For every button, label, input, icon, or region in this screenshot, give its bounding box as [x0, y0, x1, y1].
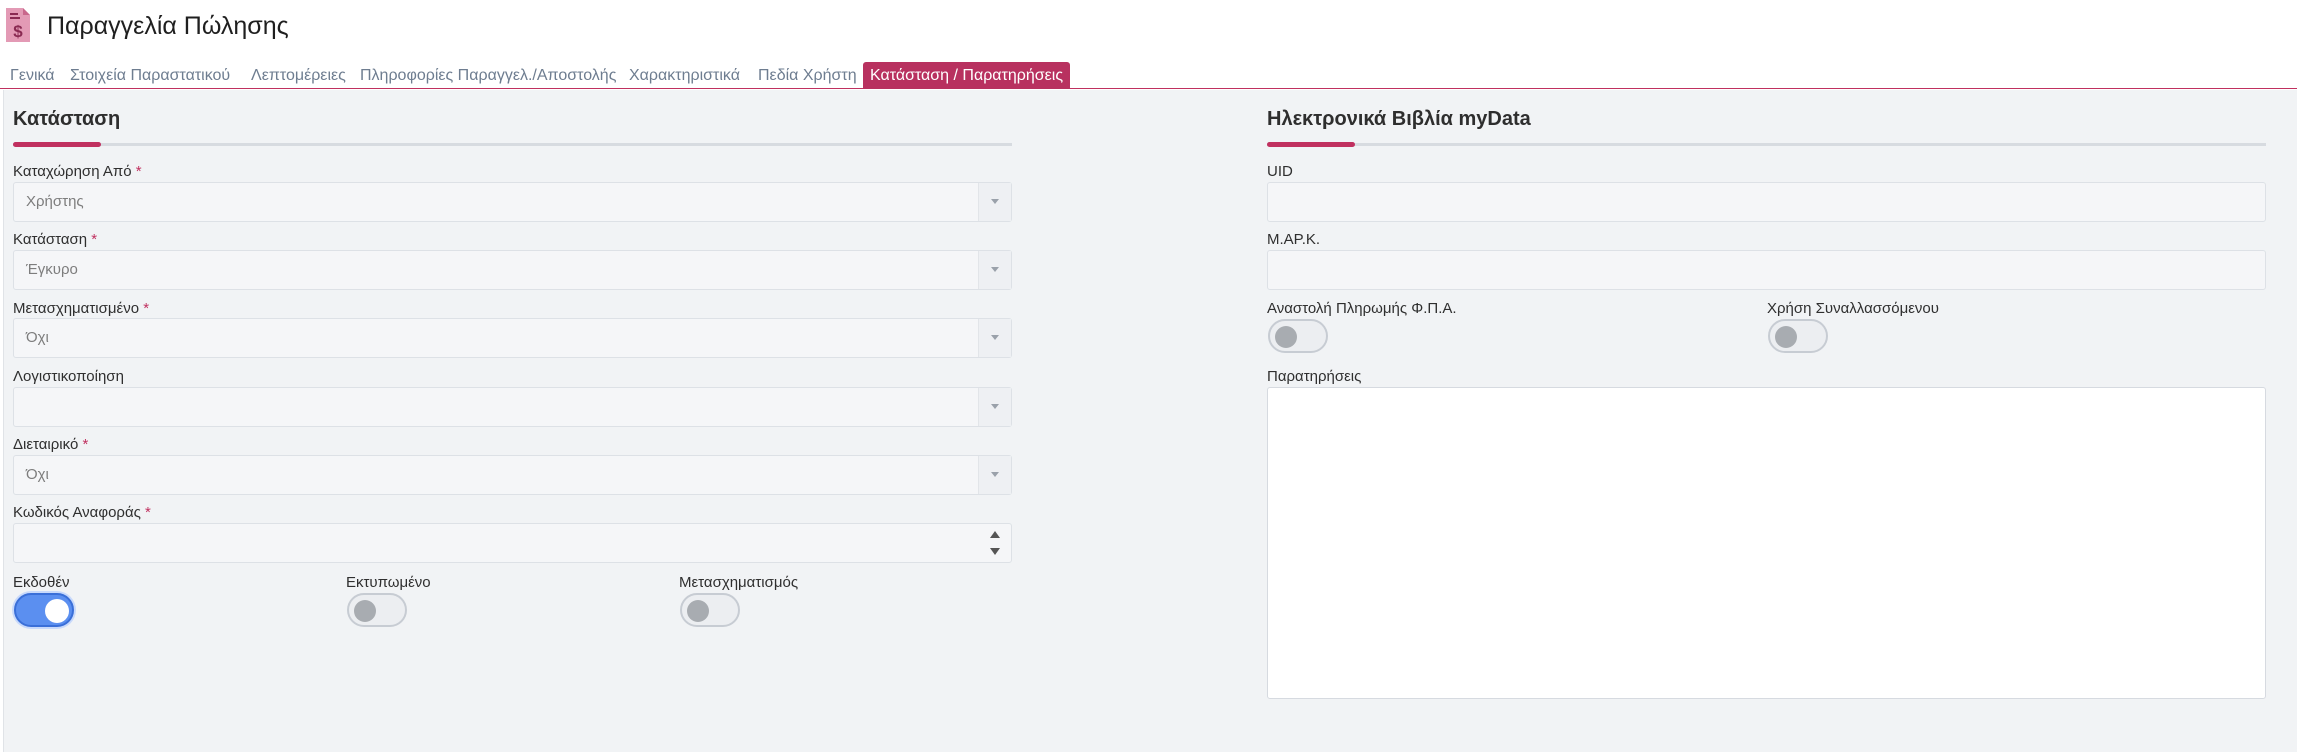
vat-suspension-toggle[interactable]: [1268, 319, 1328, 353]
vat-suspension-label: Αναστολή Πληρωμής Φ.Π.Α.: [1267, 300, 1457, 317]
printed-label: Εκτυπωμένο: [346, 574, 431, 591]
intercompany-select[interactable]: Όχι: [13, 455, 1012, 495]
sales-document-icon: $: [6, 8, 30, 42]
chevron-down-icon[interactable]: [978, 251, 1011, 289]
page-title: Παραγγελία Πώλησης: [47, 12, 289, 40]
tab-general[interactable]: Γενικά: [10, 62, 55, 89]
spin-down-icon[interactable]: [990, 548, 1000, 555]
status-label: Κατάσταση *: [13, 231, 98, 248]
chevron-down-icon[interactable]: [978, 456, 1011, 494]
tab-characteristics[interactable]: Χαρακτηριστικά: [629, 62, 740, 89]
status-section-divider: [13, 142, 1012, 147]
svg-text:$: $: [13, 22, 23, 41]
status-value: Έγκυρο: [26, 261, 78, 278]
uid-label: UID: [1267, 163, 1293, 180]
issued-toggle[interactable]: [14, 593, 74, 627]
registered-by-select[interactable]: Χρήστης: [13, 182, 1012, 222]
status-select[interactable]: Έγκυρο: [13, 250, 1012, 290]
notes-label: Παρατηρήσεις: [1267, 368, 1362, 385]
accounting-select[interactable]: [13, 387, 1012, 427]
notes-textarea[interactable]: [1267, 387, 2266, 699]
chevron-down-icon[interactable]: [978, 319, 1011, 357]
page-header: $ Παραγγελία Πώλησης: [0, 0, 2297, 60]
transformed-label: Μετασχηματισμένο *: [13, 300, 150, 317]
reference-code-label: Κωδικός Αναφοράς *: [13, 504, 151, 521]
registered-by-label: Καταχώρηση Από *: [13, 163, 142, 180]
intercompany-label: Διεταιρικό *: [13, 436, 89, 453]
reference-code-input[interactable]: [13, 523, 1012, 563]
uid-input[interactable]: [1267, 182, 2266, 222]
transformed-select[interactable]: Όχι: [13, 318, 1012, 358]
accounting-label: Λογιστικοποίηση: [13, 368, 124, 385]
chevron-down-icon[interactable]: [978, 183, 1011, 221]
transformed-value: Όχι: [26, 329, 49, 346]
transformation-label: Μετασχηματισμός: [679, 574, 799, 591]
tab-details[interactable]: Λεπτομέρειες: [251, 62, 346, 89]
chevron-down-icon[interactable]: [978, 388, 1011, 426]
mydata-section-title: Ηλεκτρονικά Βιβλία myData: [1267, 108, 1531, 130]
tab-content: Κατάσταση Καταχώρηση Από * Χρήστης Κατάσ…: [3, 90, 2297, 752]
counterparty-use-label: Χρήση Συναλλασσόμενου: [1767, 300, 1939, 317]
registered-by-value: Χρήστης: [26, 193, 84, 210]
tab-bar: Γενικά Στοιχεία Παραστατικού Λεπτομέρειε…: [0, 60, 2297, 89]
mark-input[interactable]: [1267, 250, 2266, 290]
mark-label: Μ.ΑΡ.Κ.: [1267, 231, 1321, 248]
spin-up-icon[interactable]: [990, 531, 1000, 538]
intercompany-value: Όχι: [26, 466, 49, 483]
counterparty-use-toggle[interactable]: [1768, 319, 1828, 353]
mydata-section-divider: [1267, 142, 2266, 147]
printed-toggle[interactable]: [347, 593, 407, 627]
tab-status-notes[interactable]: Κατάσταση / Παρατηρήσεις: [863, 62, 1071, 89]
status-section-title: Κατάσταση: [13, 108, 121, 130]
tab-document-details[interactable]: Στοιχεία Παραστατικού: [70, 62, 230, 89]
tab-user-fields[interactable]: Πεδία Χρήστη: [758, 62, 857, 89]
issued-label: Εκδοθέν: [13, 574, 70, 591]
tab-order-shipping-info[interactable]: Πληροφορίες Παραγγελ./Αποστολής: [360, 62, 616, 89]
transformation-toggle[interactable]: [680, 593, 740, 627]
number-spinner[interactable]: [978, 524, 1011, 562]
